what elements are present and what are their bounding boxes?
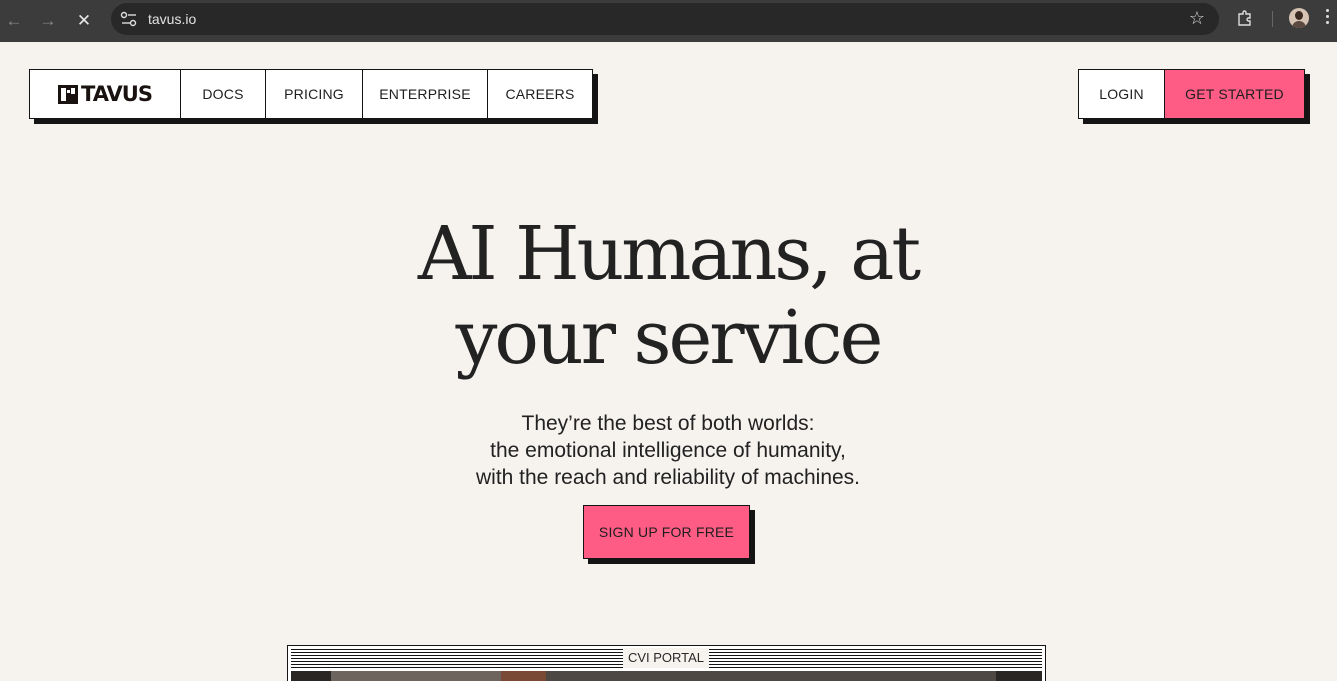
browser-toolbar: ← → ✕ tavus.io ☆ — [0, 0, 1337, 42]
get-started-button[interactable]: GET STARTED — [1165, 70, 1304, 118]
address-bar[interactable]: tavus.io ☆ — [111, 3, 1219, 35]
menu-kebab-icon[interactable] — [1326, 9, 1330, 29]
portal-title: CVI PORTAL — [623, 648, 709, 668]
portal-video-preview[interactable] — [291, 671, 1042, 681]
tavus-logo-icon — [58, 84, 79, 104]
nav-item-pricing[interactable]: PRICING — [266, 70, 363, 118]
extensions-puzzle-icon[interactable] — [1236, 9, 1254, 27]
sign-up-button[interactable]: SIGN UP FOR FREE — [583, 505, 750, 559]
nav-item-docs[interactable]: DOCS — [181, 70, 266, 118]
url-text[interactable]: tavus.io — [148, 11, 196, 27]
hero-subtitle-line-1: They’re the best of both worlds: — [521, 412, 815, 435]
profile-avatar[interactable] — [1289, 8, 1309, 28]
stop-loading-icon[interactable]: ✕ — [71, 8, 97, 34]
site-settings-icon[interactable] — [120, 11, 138, 27]
logo-text: TAVUS — [81, 82, 153, 106]
hero-subtitle-line-2: the emotional intelligence of humanity, — [490, 439, 846, 462]
auth-nav: LOGIN GET STARTED — [1078, 69, 1305, 119]
hero-subtitle-line-3: with the reach and reliability of machin… — [475, 466, 861, 489]
forward-arrow-icon[interactable]: → — [35, 8, 61, 34]
cvi-portal-window: CVI PORTAL — [287, 645, 1046, 681]
hero-title-line-2: your service — [455, 295, 884, 381]
login-button[interactable]: LOGIN — [1079, 70, 1165, 118]
nav-item-enterprise[interactable]: ENTERPRISE — [363, 70, 488, 118]
hero-title-line-1: AI Humans, at — [417, 211, 921, 297]
nav-item-careers[interactable]: CAREERS — [488, 70, 592, 118]
hero-subtitle: They’re the best of both worlds: the emo… — [418, 410, 918, 491]
logo-link[interactable]: TAVUS — [30, 70, 181, 118]
logo: TAVUS — [58, 82, 153, 106]
bookmark-star-icon[interactable]: ☆ — [1189, 8, 1205, 29]
toolbar-separator — [1272, 11, 1273, 27]
back-arrow-icon[interactable]: ← — [1, 8, 27, 34]
hero-title: AI Humans, at your service — [368, 212, 968, 380]
main-nav: TAVUS DOCS PRICING ENTERPRISE CAREERS — [29, 69, 593, 119]
